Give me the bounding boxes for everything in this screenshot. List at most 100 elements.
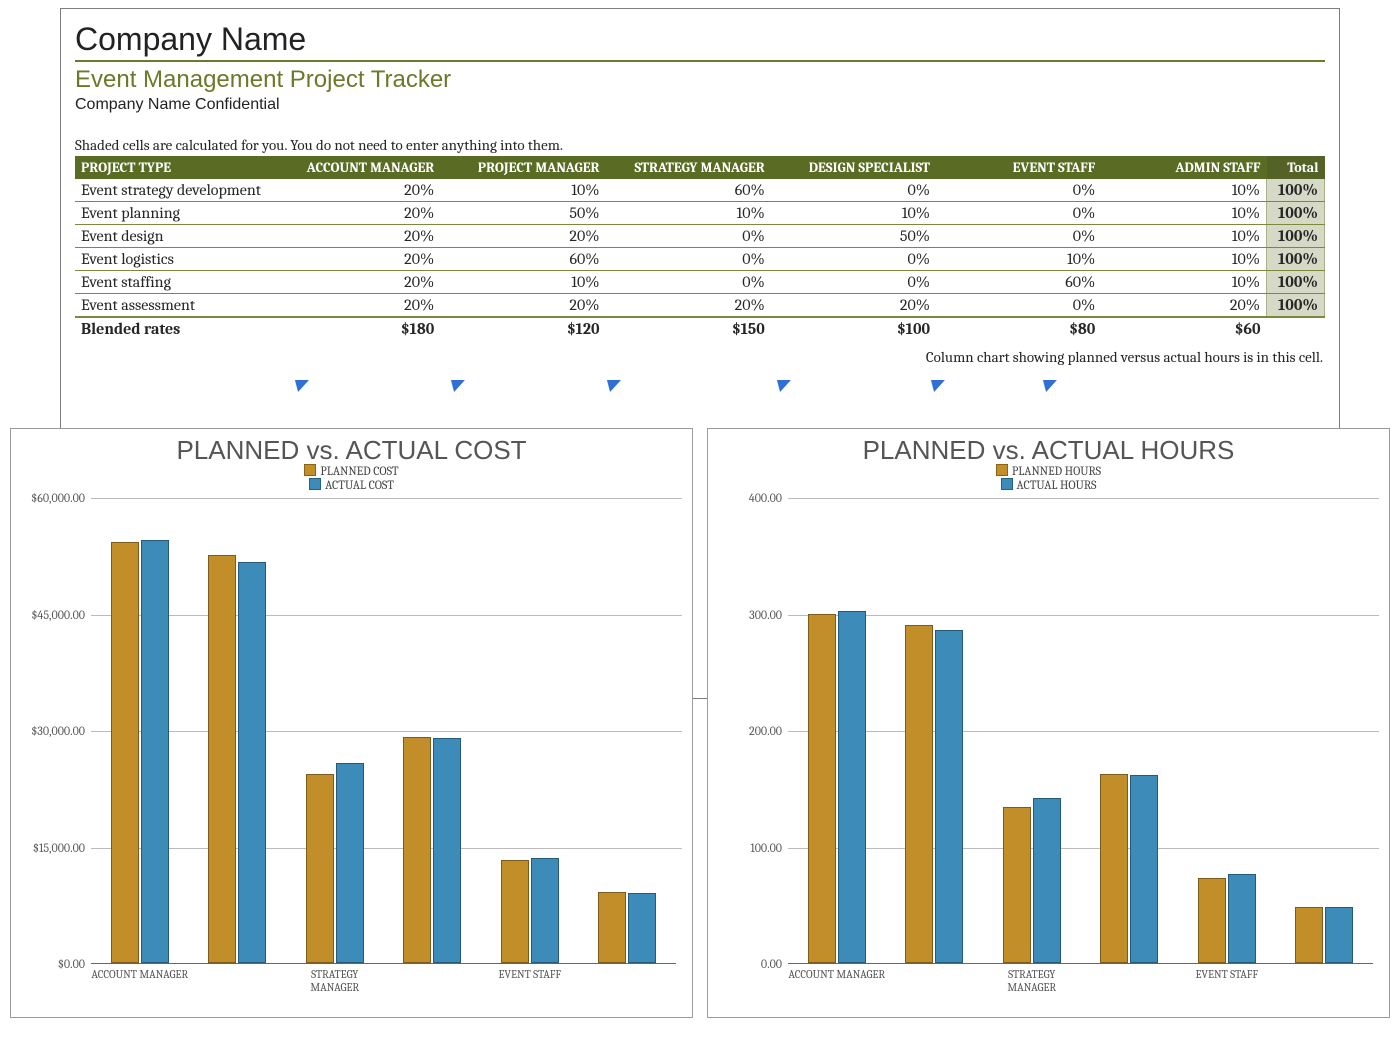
cell-value[interactable]: 20%	[1101, 294, 1266, 318]
table-row[interactable]: Event planning20%50%10%10%0%10%100%	[75, 202, 1325, 225]
cell-value[interactable]: 20%	[440, 294, 605, 318]
cell-value[interactable]: $150	[606, 317, 771, 340]
cell-value[interactable]: 60%	[606, 179, 771, 202]
bar-group	[1178, 498, 1276, 963]
cell-value[interactable]: 50%	[440, 202, 605, 225]
bar[interactable]	[1100, 774, 1128, 963]
bar[interactable]	[1198, 878, 1226, 963]
bar[interactable]	[111, 542, 139, 963]
cell-value[interactable]: 0%	[606, 248, 771, 271]
chart-title: PLANNED vs. ACTUAL COST	[21, 435, 682, 466]
table-row[interactable]: Event strategy development20%10%60%0%0%1…	[75, 179, 1325, 202]
cell-value[interactable]: 10%	[1101, 248, 1266, 271]
y-tick-label: $30,000.00	[31, 724, 85, 738]
table-header: EVENT STAFF	[936, 156, 1101, 179]
filter-marker-icon[interactable]	[1039, 380, 1057, 392]
cell-value[interactable]: 0%	[771, 248, 936, 271]
bar[interactable]	[905, 625, 933, 963]
cell-value[interactable]: 20%	[275, 294, 440, 318]
bar[interactable]	[141, 540, 169, 963]
cost-chart[interactable]: PLANNED vs. ACTUAL COSTPLANNED COSTACTUA…	[10, 428, 693, 1018]
filter-marker-icon[interactable]	[927, 380, 945, 392]
x-tick-label	[579, 966, 677, 988]
bar[interactable]	[208, 555, 236, 963]
cell-value[interactable]: 10%	[440, 179, 605, 202]
row-label: Event design	[75, 225, 275, 248]
filter-marker-icon[interactable]	[773, 380, 791, 392]
cell-value[interactable]: 50%	[771, 225, 936, 248]
bar[interactable]	[1228, 874, 1256, 963]
cell-value[interactable]: 20%	[606, 294, 771, 318]
x-tick-label: ACCOUNT MANAGER	[788, 966, 886, 988]
cell-value[interactable]: 0%	[936, 202, 1101, 225]
cell-value[interactable]: 10%	[1101, 225, 1266, 248]
y-tick-label: $0.00	[58, 957, 85, 971]
legend-label: PLANNED HOURS	[1012, 464, 1101, 478]
cell-value[interactable]: $80	[936, 317, 1101, 340]
cell-value[interactable]: $120	[440, 317, 605, 340]
x-tick-label	[886, 966, 984, 988]
charts-row: PLANNED vs. ACTUAL COSTPLANNED COSTACTUA…	[10, 428, 1390, 1018]
bar[interactable]	[838, 611, 866, 963]
bar[interactable]	[1033, 798, 1061, 963]
row-total: 100%	[1267, 271, 1325, 294]
bar[interactable]	[935, 630, 963, 963]
cell-value[interactable]: 60%	[440, 248, 605, 271]
x-tick-label	[1276, 966, 1374, 988]
cell-value[interactable]: $180	[275, 317, 440, 340]
cell-value[interactable]: 0%	[771, 179, 936, 202]
bar[interactable]	[531, 858, 559, 963]
bar[interactable]	[501, 860, 529, 963]
cell-value[interactable]: $60	[1101, 317, 1266, 340]
cell-value[interactable]: 20%	[771, 294, 936, 318]
cell-value[interactable]: 10%	[1101, 179, 1266, 202]
bar[interactable]	[336, 763, 364, 963]
cell-value[interactable]: 0%	[606, 225, 771, 248]
row-label: Event logistics	[75, 248, 275, 271]
bar-group	[1276, 498, 1374, 963]
bar-group	[91, 498, 189, 963]
hours-chart[interactable]: PLANNED vs. ACTUAL HOURSPLANNED HOURSACT…	[707, 428, 1390, 1018]
cell-value[interactable]: 20%	[275, 225, 440, 248]
bar[interactable]	[598, 892, 626, 963]
row-total: 100%	[1267, 294, 1325, 318]
x-tick-label: EVENT STAFF	[1178, 966, 1276, 988]
table-row[interactable]: Event logistics20%60%0%0%10%10%100%	[75, 248, 1325, 271]
cell-value[interactable]: 60%	[936, 271, 1101, 294]
rates-row[interactable]: Blended rates$180$120$150$100$80$60	[75, 317, 1325, 340]
cell-value[interactable]: 0%	[936, 225, 1101, 248]
cell-value[interactable]: 10%	[771, 202, 936, 225]
bar[interactable]	[628, 893, 656, 963]
bar[interactable]	[808, 614, 836, 964]
filter-marker-icon[interactable]	[603, 380, 621, 392]
bar[interactable]	[306, 774, 334, 963]
cell-value[interactable]: 20%	[275, 271, 440, 294]
filter-marker-icon[interactable]	[447, 380, 465, 392]
filter-marker-icon[interactable]	[291, 380, 309, 392]
bar[interactable]	[403, 737, 431, 963]
cell-value[interactable]: 10%	[606, 202, 771, 225]
table-row[interactable]: Event staffing20%10%0%0%60%10%100%	[75, 271, 1325, 294]
cell-value[interactable]: 20%	[440, 225, 605, 248]
table-row[interactable]: Event design20%20%0%50%0%10%100%	[75, 225, 1325, 248]
cell-value[interactable]: $100	[771, 317, 936, 340]
x-tick-label	[189, 966, 287, 988]
cell-value[interactable]: 10%	[440, 271, 605, 294]
cell-value[interactable]: 0%	[771, 271, 936, 294]
cell-value[interactable]: 10%	[1101, 202, 1266, 225]
cell-value[interactable]: 0%	[936, 179, 1101, 202]
bar[interactable]	[1130, 775, 1158, 963]
table-row[interactable]: Event assessment20%20%20%20%0%20%100%	[75, 294, 1325, 318]
cell-value[interactable]: 0%	[936, 294, 1101, 318]
bar[interactable]	[1295, 907, 1323, 963]
cell-value[interactable]: 0%	[606, 271, 771, 294]
cell-value[interactable]: 20%	[275, 202, 440, 225]
bar[interactable]	[1325, 907, 1353, 963]
cell-value[interactable]: 20%	[275, 248, 440, 271]
bar[interactable]	[1003, 807, 1031, 963]
bar[interactable]	[433, 738, 461, 963]
bar[interactable]	[238, 562, 266, 963]
cell-value[interactable]: 20%	[275, 179, 440, 202]
cell-value[interactable]: 10%	[1101, 271, 1266, 294]
cell-value[interactable]: 10%	[936, 248, 1101, 271]
